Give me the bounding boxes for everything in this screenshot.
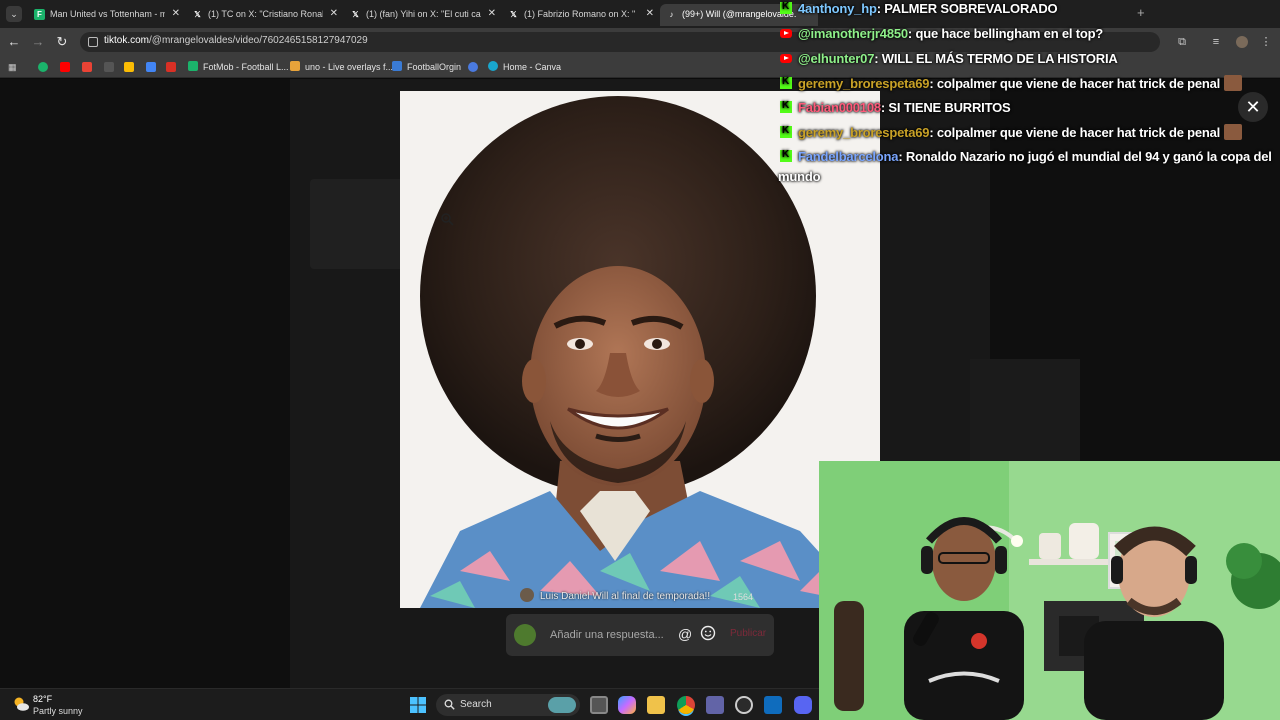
search-icon [444, 699, 455, 710]
windows-start-icon[interactable] [410, 697, 426, 713]
bookmark-uno-overlays[interactable]: uno - Live overlays f... [290, 60, 393, 74]
reload-button[interactable]: ↻ [54, 34, 70, 50]
reply-preview: Luis Daniel Will al final de temporada!! [520, 588, 710, 606]
x-icon: 𝕏 [352, 10, 359, 19]
chat-message: Fandelbarcelona: Ronaldo Nazario no jugó… [780, 149, 1272, 164]
bookmark-drive-icon[interactable] [124, 62, 134, 72]
close-tab-icon[interactable]: ✕ [172, 4, 180, 24]
chat-message: geremy_brorespeta69: colpalmer que viene… [780, 124, 1243, 140]
weather-temperature[interactable]: 82°F [33, 694, 52, 704]
emoji-icon[interactable] [700, 625, 716, 641]
forward-button[interactable]: → [30, 34, 46, 50]
teams-icon[interactable] [706, 696, 724, 714]
webcam-overlay [819, 461, 1280, 720]
partly-sunny-icon[interactable] [12, 695, 30, 713]
tiktok-icon: ♪ [669, 10, 674, 19]
chat-message-continuation: mundo [778, 169, 821, 184]
mention-button[interactable]: @ [678, 626, 692, 642]
bookmark-canva[interactable]: Home - Canva [488, 60, 561, 74]
screen: ⌄ F Man United vs Tottenham - ma ✕ 𝕏 (1)… [0, 0, 1280, 720]
avatar [520, 588, 534, 602]
chat-message: geremy_brorespeta69: colpalmer que viene… [780, 75, 1243, 91]
bookmark-twitch-icon[interactable] [104, 62, 114, 72]
close-tab-icon[interactable]: ✕ [330, 4, 338, 24]
copilot-icon[interactable] [618, 696, 636, 714]
canva-icon [488, 61, 498, 71]
windows-taskbar: 82°F Partly sunny Search [0, 688, 819, 720]
tab-man-united-vs-tottenham[interactable]: F Man United vs Tottenham - ma ✕ [28, 4, 186, 26]
bookmark-fotmob[interactable]: FotMob - Football L... [188, 60, 289, 74]
bookmark-spotify-icon[interactable] [38, 62, 48, 72]
site-info-icon[interactable] [88, 37, 98, 47]
chrome-icon[interactable] [677, 696, 695, 714]
fotmob-icon [188, 61, 198, 71]
file-explorer-icon[interactable] [647, 696, 665, 714]
url-text[interactable]: tiktok.com/@mrangelovaldes/video/7602465… [104, 35, 368, 46]
tab-search-button[interactable]: ⌄ [6, 6, 22, 22]
tab-tc-on-x[interactable]: 𝕏 (1) TC on X: "Cristiano Ronaldo ✕ [186, 4, 344, 26]
footballorgin-icon [392, 61, 402, 71]
bookmark-generic-icon[interactable] [468, 62, 478, 72]
uno-icon [290, 61, 300, 71]
tab-yihi-on-x[interactable]: 𝕏 (1) (fan) Yihi on X: "El cuti casi s ✕ [344, 4, 502, 26]
search-highlight-art [548, 697, 576, 713]
user-avatar [514, 624, 536, 646]
chat-message: Fabian000108: SI TIENE BURRITOS [780, 100, 1011, 115]
chat-message: @imanotherjr4850: que hace bellingham en… [780, 26, 1103, 41]
obs-icon[interactable] [735, 696, 753, 714]
emote-icon [1224, 75, 1243, 91]
x-icon: 𝕏 [510, 10, 517, 19]
apps-grid-icon[interactable]: ▦ [8, 60, 17, 74]
reply-input[interactable] [550, 627, 676, 643]
bookmark-footballorgin[interactable]: FootballOrgin [392, 60, 461, 74]
zoom-icon[interactable] [440, 212, 454, 226]
kick-icon [780, 100, 792, 113]
bookmark-docs-icon[interactable] [146, 62, 156, 72]
store-icon[interactable] [764, 696, 782, 714]
tab-fabrizio-romano-on-x[interactable]: 𝕏 (1) Fabrizio Romano on X: " ✕ [502, 4, 660, 26]
task-view-icon[interactable] [590, 696, 608, 714]
close-tab-icon[interactable]: ✕ [646, 4, 654, 24]
reply-like-count: 1564 [733, 592, 754, 602]
x-icon: 𝕏 [194, 10, 201, 19]
kick-icon [780, 1, 792, 14]
webcam-feed [819, 461, 1280, 720]
post-button[interactable]: Publicar [730, 628, 766, 639]
reply-composer: @ Publicar [506, 614, 774, 656]
emote-icon [1224, 124, 1243, 140]
kick-icon [780, 149, 792, 162]
discord-icon[interactable] [794, 696, 812, 714]
back-button[interactable]: ← [6, 34, 22, 50]
fotmob-icon: F [34, 9, 45, 20]
close-tab-icon[interactable]: ✕ [488, 4, 496, 24]
youtube-icon [780, 29, 792, 38]
kick-icon [780, 76, 792, 89]
taskbar-search[interactable]: Search [436, 694, 580, 716]
bookmark-youtube-icon[interactable] [60, 62, 70, 72]
chat-message: 4anthony_hp: PALMER SOBREVALORADO [780, 1, 1058, 16]
weather-condition[interactable]: Partly sunny [33, 706, 83, 716]
kick-icon [780, 125, 792, 138]
chat-message: @elhunter07: WILL EL MÁS TERMO DE LA HIS… [780, 51, 1118, 66]
stream-chat-overlay: 4anthony_hp: PALMER SOBREVALORADO @imano… [778, 0, 1280, 190]
bookmark-app-icon[interactable] [166, 62, 176, 72]
youtube-icon [780, 54, 792, 63]
bookmark-gmail-icon[interactable] [82, 62, 92, 72]
